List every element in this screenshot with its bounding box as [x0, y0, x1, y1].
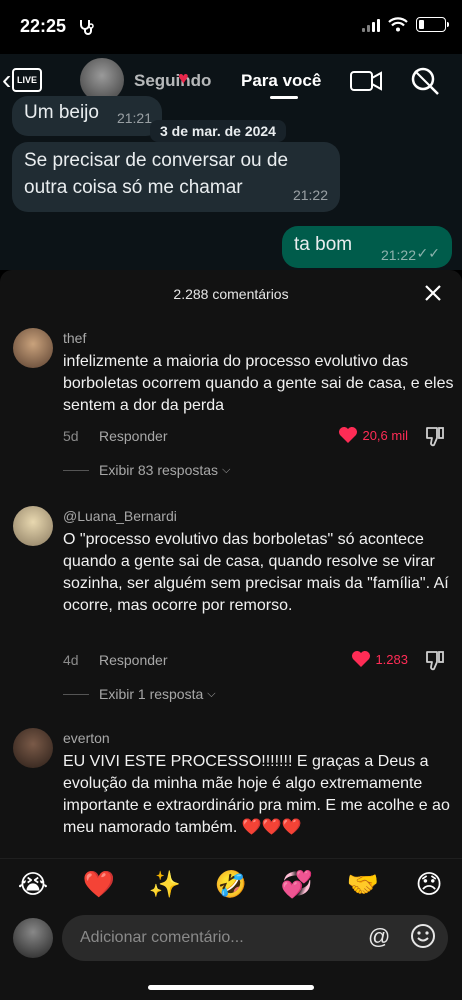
- comments-header: 2.288 comentários: [0, 270, 462, 318]
- like-count: 1.283: [375, 651, 408, 667]
- emoji-sparkles-button[interactable]: ✨: [145, 872, 185, 898]
- emoji-disappointed-button[interactable]: 😞: [409, 872, 449, 898]
- heart-icon: [339, 427, 358, 443]
- comment-item: @Luana_Bernardi O "processo evolutivo da…: [0, 506, 462, 706]
- comment-username[interactable]: @Luana_Bernardi: [63, 508, 177, 524]
- heart-icon: ♥: [178, 68, 189, 88]
- emoji-handshake-button[interactable]: 🤝: [343, 872, 383, 898]
- tab-for-you[interactable]: Para você: [241, 71, 321, 91]
- status-bar: 22:25: [0, 0, 462, 54]
- comment-text: O "processo evolutivo das borboletas" só…: [63, 531, 449, 614]
- live-icon[interactable]: LIVE: [12, 68, 42, 92]
- comments-count: 2.288 comentários: [173, 286, 289, 302]
- wifi-icon: [388, 17, 408, 32]
- video-camera-icon[interactable]: [350, 70, 382, 92]
- status-time: 22:25: [20, 16, 67, 36]
- mention-icon[interactable]: @: [368, 924, 390, 950]
- comment-text: EU VIVI ESTE PROCESSO!!!!!!! E graças a …: [63, 753, 450, 836]
- search-icon[interactable]: [410, 66, 440, 96]
- chevron-down-icon: ⌵: [207, 687, 216, 700]
- chat-message-time: 21:22: [380, 247, 416, 263]
- date-chip: 3 de mar. de 2024: [150, 120, 286, 142]
- read-receipt-icon: ✓✓: [416, 245, 440, 261]
- chat-message-time: 21:22: [292, 187, 328, 204]
- chat-area: ‹ LIVE Seguindo ♥ Para você Um beijo 21:…: [0, 54, 462, 270]
- close-icon[interactable]: [422, 282, 444, 304]
- chat-bubble-outgoing: ta bom 21:22 ✓✓: [282, 226, 452, 268]
- emoji-heart-button[interactable]: ❤️: [79, 872, 119, 898]
- chat-bubble-incoming: Um beijo 21:21: [12, 96, 162, 136]
- avatar[interactable]: [13, 728, 53, 768]
- emoji-picker-icon[interactable]: [410, 923, 436, 949]
- comment-item: everton EU VIVI ESTE PROCESSO!!!!!!! E g…: [0, 728, 462, 856]
- home-indicator: [148, 985, 314, 990]
- emoji-crying-button[interactable]: 😭: [13, 872, 53, 898]
- tab-following[interactable]: Seguindo: [134, 71, 211, 91]
- stethoscope-icon: [80, 20, 94, 35]
- reply-button[interactable]: Responder: [99, 428, 168, 444]
- emoji-quick-bar: 😭 ❤️ ✨ 🤣 💞 🤝 😞: [0, 858, 462, 910]
- comment-username[interactable]: thef: [63, 330, 86, 346]
- view-replies-button[interactable]: Exibir 1 resposta ⌵: [63, 686, 216, 702]
- avatar[interactable]: [13, 506, 53, 546]
- divider: [63, 469, 89, 471]
- chat-message-text: Se precisar de conversar ou de outra coi…: [24, 150, 289, 198]
- chat-bubble-incoming: Se precisar de conversar ou de outra coi…: [12, 142, 340, 212]
- dislike-icon[interactable]: [424, 649, 446, 671]
- comment-username[interactable]: everton: [63, 730, 110, 746]
- reply-button[interactable]: Responder: [99, 652, 168, 668]
- comment-input-row: @: [0, 910, 462, 1000]
- view-replies-button[interactable]: Exibir 83 respostas ⌵: [63, 462, 230, 478]
- like-count: 20,6 mil: [362, 427, 408, 443]
- comment-age: 5d: [63, 428, 79, 444]
- like-button[interactable]: 1.283: [351, 650, 408, 668]
- avatar[interactable]: [13, 328, 53, 368]
- emoji-rofl-button[interactable]: 🤣: [211, 872, 251, 898]
- chevron-down-icon: ⌵: [222, 463, 231, 476]
- view-replies-label: Exibir 83 respostas: [99, 462, 219, 478]
- chat-message-text: ta bom: [294, 234, 353, 255]
- battery-icon: [416, 17, 449, 32]
- comment-age: 4d: [63, 652, 79, 668]
- heart-icon: [352, 651, 371, 667]
- live-label: LIVE: [16, 75, 37, 85]
- chat-message-text: Um beijo: [24, 102, 99, 123]
- chat-message-time: 21:21: [116, 110, 152, 126]
- emoji-two-hearts-button[interactable]: 💞: [277, 872, 317, 898]
- view-replies-label: Exibir 1 resposta: [99, 686, 204, 702]
- avatar: [13, 918, 53, 958]
- active-tab-indicator: [270, 96, 298, 99]
- cellular-signal-icon: [362, 18, 380, 32]
- comment-item: thef infelizmente a maioria do processo …: [0, 326, 462, 486]
- comment-text: infelizmente a maioria do processo evolu…: [63, 353, 454, 414]
- back-chevron-icon[interactable]: ‹: [2, 64, 11, 96]
- like-button[interactable]: 20,6 mil: [338, 426, 408, 444]
- dislike-icon[interactable]: [424, 425, 446, 447]
- divider: [63, 693, 89, 695]
